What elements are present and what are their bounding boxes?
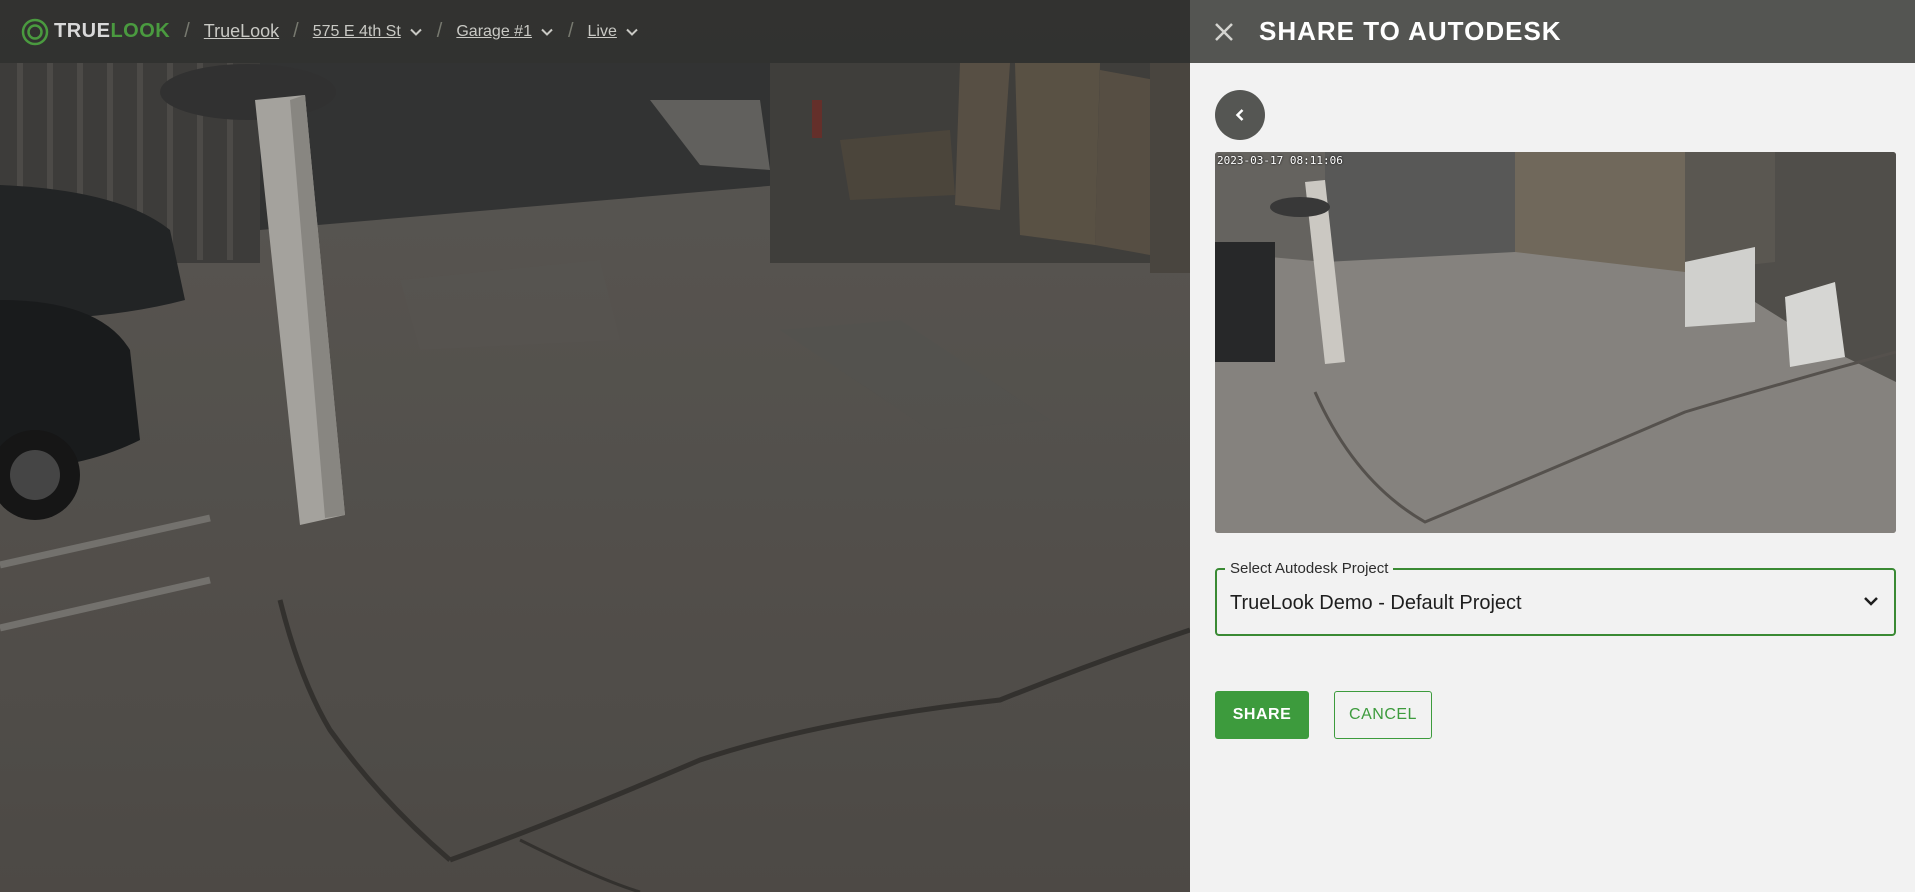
- breadcrumb-mode-label: Live: [587, 22, 617, 40]
- chevron-down-icon: [626, 28, 638, 36]
- breadcrumb-separator: /: [436, 20, 443, 42]
- chevron-down-icon: [1864, 597, 1878, 606]
- snapshot-timestamp: 2023-03-17 08:11:06: [1217, 154, 1343, 167]
- close-icon[interactable]: [1211, 19, 1237, 45]
- live-camera-feed: [0, 0, 1190, 892]
- logo-text-look: LOOK: [110, 20, 171, 42]
- breadcrumb-app-link[interactable]: TrueLook: [204, 21, 279, 42]
- breadcrumb-camera-label: Garage #1: [456, 22, 532, 40]
- share-button[interactable]: SHARE: [1215, 691, 1309, 739]
- chevron-down-icon: [410, 28, 422, 36]
- panel-title: SHARE TO AUTODESK: [1259, 16, 1562, 46]
- breadcrumb-separator: /: [293, 20, 299, 42]
- truelook-logo-icon: [21, 18, 49, 45]
- breadcrumb-site-label: 575 E 4th St: [312, 22, 401, 40]
- back-button[interactable]: [1215, 90, 1265, 140]
- breadcrumb-separator: /: [184, 20, 190, 42]
- autodesk-project-select[interactable]: Select Autodesk Project TrueLook Demo - …: [1215, 560, 1896, 636]
- project-select-value: TrueLook Demo - Default Project: [1230, 592, 1522, 614]
- cancel-button[interactable]: CANCEL: [1334, 691, 1432, 739]
- breadcrumb-separator: /: [567, 20, 574, 42]
- logo-wordmark: TRUELOOK: [54, 20, 170, 43]
- logo-text-true: TRUE: [54, 20, 111, 42]
- panel-header: SHARE TO AUTODESK: [1190, 0, 1915, 63]
- breadcrumb-camera-dropdown[interactable]: Garage #1: [456, 23, 554, 41]
- project-select-label: Select Autodesk Project: [1225, 560, 1394, 577]
- chevron-left-icon: [1235, 109, 1244, 121]
- breadcrumb-site-dropdown[interactable]: 575 E 4th St: [313, 23, 423, 41]
- snapshot-preview: 2023-03-17 08:11:06: [1215, 152, 1896, 533]
- truelook-logo[interactable]: TRUELOOK: [20, 17, 170, 47]
- snapshot-image: [1215, 152, 1896, 533]
- share-to-autodesk-panel: SHARE TO AUTODESK 2023-03-17 08:11:06 Se…: [1190, 0, 1915, 892]
- chevron-down-icon: [541, 28, 553, 36]
- top-navigation-bar: TRUELOOK / TrueLook / 575 E 4th St / Gar…: [0, 0, 1190, 63]
- breadcrumb-mode-dropdown[interactable]: Live: [588, 23, 639, 41]
